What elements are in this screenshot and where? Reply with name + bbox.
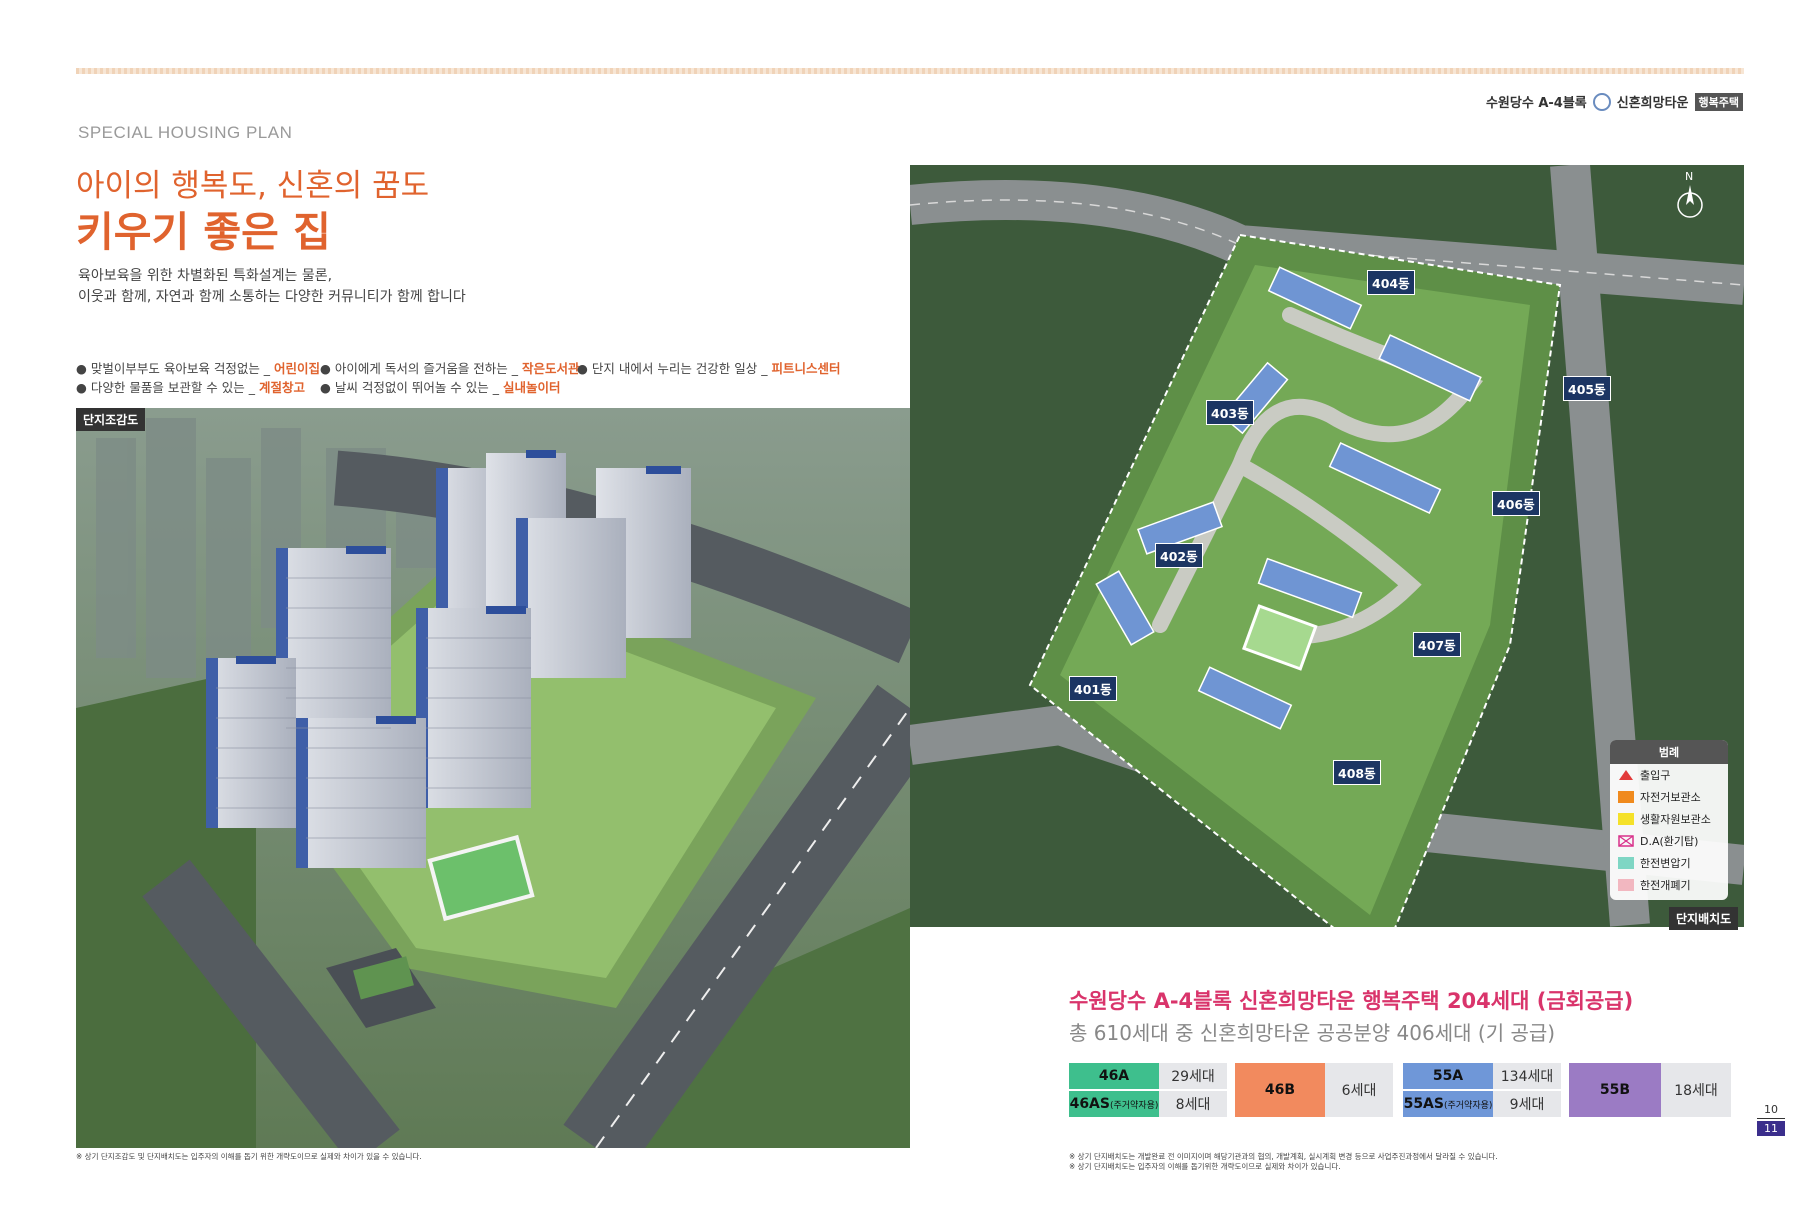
feature-item: ● 다양한 물품을 보관할 수 있는 _ 계절창고 — [76, 380, 305, 395]
brand-badge: 행복주택 — [1694, 92, 1743, 111]
triangle-icon — [1619, 770, 1633, 780]
unit-type-55A: 55A — [1403, 1063, 1493, 1089]
building-label-403: 403동 — [1206, 400, 1254, 425]
building-label-404: 404동 — [1367, 270, 1415, 295]
building-label-402: 402동 — [1155, 543, 1203, 568]
unit-type-55B: 55B — [1569, 1063, 1661, 1117]
vent-icon — [1618, 835, 1634, 847]
building-label-405: 405동 — [1563, 376, 1611, 401]
w-box-icon — [1618, 813, 1634, 825]
unit-count-55B: 18세대 — [1661, 1063, 1731, 1117]
unit-type-46B: 46B — [1235, 1063, 1325, 1117]
legend-item: 한전변압기 — [1610, 852, 1728, 874]
legend-item: 자전거보관소 — [1610, 786, 1728, 808]
unit-count-46AS: 8세대 — [1159, 1091, 1227, 1117]
unit-count-55A: 134세대 — [1493, 1063, 1561, 1089]
feature-item: ● 날씨 걱정없이 뛰어놀 수 있는 _ 실내놀이터 — [320, 380, 561, 395]
unit-count-55AS: 9세대 — [1493, 1091, 1561, 1117]
page-number-right: 11 — [1757, 1121, 1785, 1136]
legend-title: 범례 — [1610, 740, 1728, 764]
page-numbers: 10 11 — [1757, 1103, 1785, 1136]
project-name: 수원당수 A-4블록 — [1485, 96, 1587, 111]
aerial-view-image — [76, 408, 910, 1148]
unit-type-46AS: 46AS (주거약자용) — [1069, 1091, 1159, 1117]
footnote-left: ※ 상기 단지조감도 및 단지배치도는 입주자의 이해를 돕기 위한 개략도이므… — [76, 1152, 422, 1161]
site-plan-tag: 단지배치도 — [1669, 907, 1739, 930]
building-label-401: 401동 — [1069, 676, 1117, 701]
unit-type-55AS: 55AS (주거약자용) — [1403, 1091, 1493, 1117]
building-label-407: 407동 — [1413, 632, 1461, 657]
brand-logo-icon — [1592, 92, 1611, 111]
feature-item: ● 맞벌이부부도 육아보육 걱정없는 _ 어린이집 — [76, 361, 321, 376]
description-line: 이웃과 함께, 자연과 함께 소통하는 다양한 커뮤니티가 함께 합니다 — [78, 289, 466, 305]
page-title: 키우기 좋은 집 — [76, 208, 331, 256]
feature-item: ● 아이에게 독서의 즐거움을 전하는 _ 작은도서관 — [320, 361, 580, 376]
legend-item: 출입구 — [1610, 764, 1728, 786]
aerial-illustration — [76, 408, 910, 1148]
svg-text:N: N — [1685, 170, 1693, 183]
site-plan-legend: 범례 출입구 자전거보관소 생활자원보관소 D.A(환기탑) 한전변압기 한전개… — [1610, 740, 1728, 900]
unit-type-46A: 46A — [1069, 1063, 1159, 1089]
page-number-left: 10 — [1757, 1103, 1785, 1119]
supply-headline: 수원당수 A-4블록 신혼희망타운 행복주택 204세대 (금회공급) — [1069, 989, 1634, 1013]
building-label-408: 408동 — [1333, 760, 1381, 785]
feature-item: ● 단지 내에서 누리는 건강한 일상 _ 피트니스센터 — [577, 361, 841, 376]
transformer-icon — [1618, 857, 1634, 869]
switchgear-icon — [1618, 879, 1634, 891]
top-divider — [76, 68, 1744, 74]
page-description: 육아보육을 위한 차별화된 특화설계는 물론, 이웃과 함께, 자연과 함께 소… — [78, 266, 466, 308]
legend-item: D.A(환기탑) — [1610, 830, 1728, 852]
section-kicker: SPECIAL HOUSING PLAN — [78, 123, 293, 142]
footnote-right-2: ※ 상기 단지배치도는 입주자의 이해를 돕기위한 개략도이므로 실제와 차이가… — [1069, 1162, 1341, 1171]
supply-subline: 총 610세대 중 신혼희망타운 공공분양 406세대 (기 공급) — [1069, 1021, 1556, 1045]
unit-count-46B: 6세대 — [1325, 1063, 1393, 1117]
header-brand: 수원당수 A-4블록 신혼희망타운 행복주택 — [1486, 92, 1743, 111]
legend-item: 생활자원보관소 — [1610, 808, 1728, 830]
legend-item: 한전개폐기 — [1610, 874, 1728, 900]
aerial-view-tag: 단지조감도 — [76, 408, 146, 431]
description-line: 육아보육을 위한 차별화된 특화설계는 물론, — [78, 268, 333, 284]
brand-name: 신혼희망타운 — [1616, 96, 1689, 111]
unit-count-46A: 29세대 — [1159, 1063, 1227, 1089]
building-label-406: 406동 — [1492, 491, 1540, 516]
bicycle-icon — [1618, 791, 1634, 803]
